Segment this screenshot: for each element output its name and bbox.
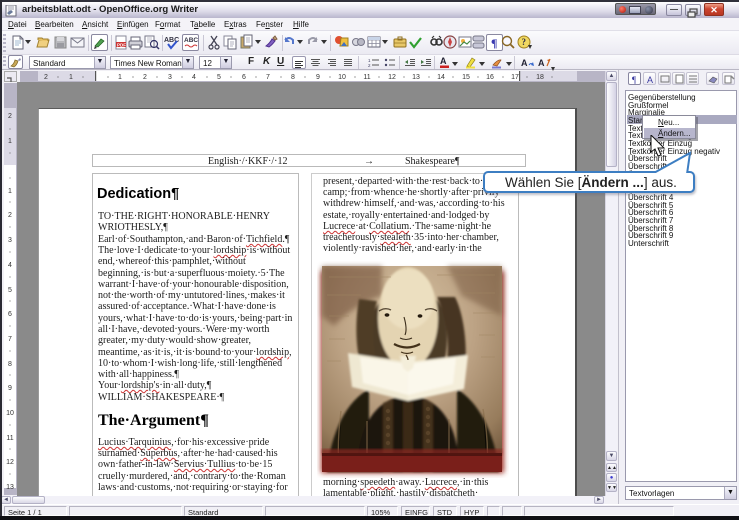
svg-text:17: 17 — [511, 74, 519, 81]
svg-text:6: 6 — [242, 74, 246, 81]
svg-text:10: 10 — [338, 74, 346, 81]
svg-text:4: 4 — [8, 262, 12, 269]
svg-text:15: 15 — [462, 74, 470, 81]
svg-text:2: 2 — [143, 74, 147, 81]
svg-text:2: 2 — [44, 74, 48, 81]
svg-text:10: 10 — [6, 410, 14, 417]
svg-text:13: 13 — [6, 484, 14, 491]
svg-text:9: 9 — [8, 385, 12, 392]
svg-text:A: A — [521, 58, 528, 68]
svg-text:2: 2 — [8, 113, 12, 120]
svg-text:11: 11 — [363, 74, 370, 81]
svg-text:11: 11 — [6, 435, 13, 442]
svg-text:2: 2 — [368, 63, 371, 68]
svg-text:7: 7 — [8, 336, 12, 343]
svg-text:3: 3 — [168, 74, 172, 81]
svg-text:3: 3 — [8, 237, 12, 244]
svg-text:7: 7 — [266, 74, 270, 81]
svg-text:PDF: PDF — [117, 43, 126, 48]
svg-text:4: 4 — [192, 74, 196, 81]
svg-text:9: 9 — [316, 74, 320, 81]
svg-text:5: 5 — [8, 287, 12, 294]
svg-text:A: A — [538, 58, 545, 68]
svg-text:¶: ¶ — [491, 36, 497, 50]
svg-text:1: 1 — [8, 138, 12, 145]
svg-text:A: A — [647, 75, 653, 85]
svg-text:18: 18 — [536, 74, 544, 81]
svg-text:12: 12 — [6, 459, 14, 466]
svg-text:14: 14 — [437, 74, 445, 81]
svg-text:6: 6 — [8, 311, 12, 318]
svg-text:¶: ¶ — [632, 75, 636, 85]
svg-text:16: 16 — [486, 74, 494, 81]
svg-text:ABC: ABC — [184, 37, 198, 44]
svg-text:?: ? — [522, 37, 527, 47]
svg-text:ABC: ABC — [164, 37, 179, 44]
svg-text:1: 1 — [118, 74, 122, 81]
svg-text:5: 5 — [217, 74, 221, 81]
svg-text:8: 8 — [8, 361, 12, 368]
svg-text:1: 1 — [69, 74, 73, 81]
svg-text:12: 12 — [388, 74, 396, 81]
svg-text:13: 13 — [412, 74, 420, 81]
svg-text:1: 1 — [8, 188, 12, 195]
svg-text:8: 8 — [291, 74, 295, 81]
svg-text:A: A — [440, 56, 447, 66]
svg-text:2: 2 — [8, 212, 12, 219]
